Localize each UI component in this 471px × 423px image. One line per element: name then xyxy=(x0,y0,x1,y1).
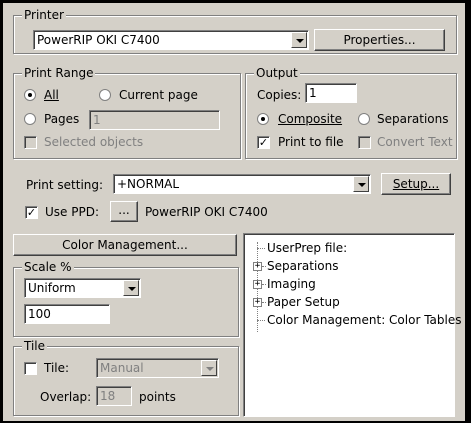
overlap-input[interactable]: 18 xyxy=(96,386,132,406)
chevron-down-icon[interactable] xyxy=(353,176,369,192)
print-range-legend: Print Range xyxy=(22,66,96,80)
tree-item[interactable]: Imaging xyxy=(267,277,316,291)
selected-objects-checkbox[interactable] xyxy=(24,136,37,149)
scale-legend: Scale % xyxy=(22,260,74,274)
label-print-to-file[interactable]: Print to file xyxy=(278,135,344,149)
label-overlap: Overlap: xyxy=(40,390,92,404)
radio-current-page[interactable] xyxy=(99,89,111,101)
tree-item[interactable]: Paper Setup xyxy=(267,295,340,309)
ppd-name: PowerRIP OKI C7400 xyxy=(145,205,268,219)
label-use-ppd[interactable]: Use PPD: xyxy=(45,205,99,219)
label-overlap-unit: points xyxy=(139,390,176,404)
tree-item[interactable]: Separations xyxy=(267,259,339,273)
ppd-browse-button[interactable]: ... xyxy=(110,201,138,222)
label-copies: Copies: xyxy=(257,88,302,102)
label-composite[interactable]: Composite xyxy=(278,112,342,126)
expand-icon[interactable]: + xyxy=(253,298,262,307)
expand-icon[interactable]: + xyxy=(253,280,262,289)
tree-item[interactable]: Color Management: Color Tables xyxy=(267,313,461,327)
label-selected-objects[interactable]: Selected objects xyxy=(44,135,143,149)
pages-input[interactable]: 1 xyxy=(89,110,220,130)
printer-select[interactable]: PowerRIP OKI C7400 xyxy=(33,30,309,50)
chevron-down-icon[interactable] xyxy=(201,360,217,376)
label-pages[interactable]: Pages xyxy=(44,112,79,126)
setup-button[interactable]: Setup... xyxy=(381,173,451,195)
scale-value-input[interactable]: 100 xyxy=(24,304,110,324)
label-print-setting: Print setting: xyxy=(26,178,104,192)
convert-text-checkbox[interactable] xyxy=(358,136,371,149)
label-convert-text[interactable]: Convert Text xyxy=(377,135,453,149)
use-ppd-checkbox[interactable]: ✓ xyxy=(25,206,38,219)
label-separations[interactable]: Separations xyxy=(377,112,449,126)
print-setting-select[interactable]: +NORMAL xyxy=(113,174,371,194)
color-management-button[interactable]: Color Management... xyxy=(13,234,237,256)
label-all[interactable]: All xyxy=(44,88,59,102)
radio-pages[interactable] xyxy=(24,113,36,125)
properties-button[interactable]: Properties... xyxy=(314,29,445,51)
tile-checkbox[interactable] xyxy=(24,362,37,375)
chevron-down-icon[interactable] xyxy=(291,32,307,48)
print-dialog: Printer PowerRIP OKI C7400 Properties...… xyxy=(2,2,466,422)
expand-icon[interactable]: + xyxy=(253,262,262,271)
copies-input[interactable]: 1 xyxy=(305,83,357,103)
tile-mode-select[interactable]: Manual xyxy=(96,358,219,378)
output-legend: Output xyxy=(254,66,300,80)
settings-tree[interactable]: UserPrep file: + Separations + Imaging +… xyxy=(243,233,461,417)
radio-composite[interactable] xyxy=(257,113,269,125)
label-tile[interactable]: Tile: xyxy=(44,361,69,375)
print-to-file-checkbox[interactable]: ✓ xyxy=(257,136,270,149)
radio-all[interactable] xyxy=(24,89,36,101)
label-current-page[interactable]: Current page xyxy=(119,88,198,102)
radio-separations[interactable] xyxy=(358,113,370,125)
print-setting-value: +NORMAL xyxy=(117,177,180,191)
tree-item[interactable]: UserPrep file: xyxy=(267,241,347,255)
tile-legend: Tile xyxy=(22,339,48,353)
printer-select-value: PowerRIP OKI C7400 xyxy=(37,33,160,47)
chevron-down-icon[interactable] xyxy=(123,280,139,296)
scale-mode-select[interactable]: Uniform xyxy=(24,278,141,298)
printer-legend: Printer xyxy=(22,8,66,22)
